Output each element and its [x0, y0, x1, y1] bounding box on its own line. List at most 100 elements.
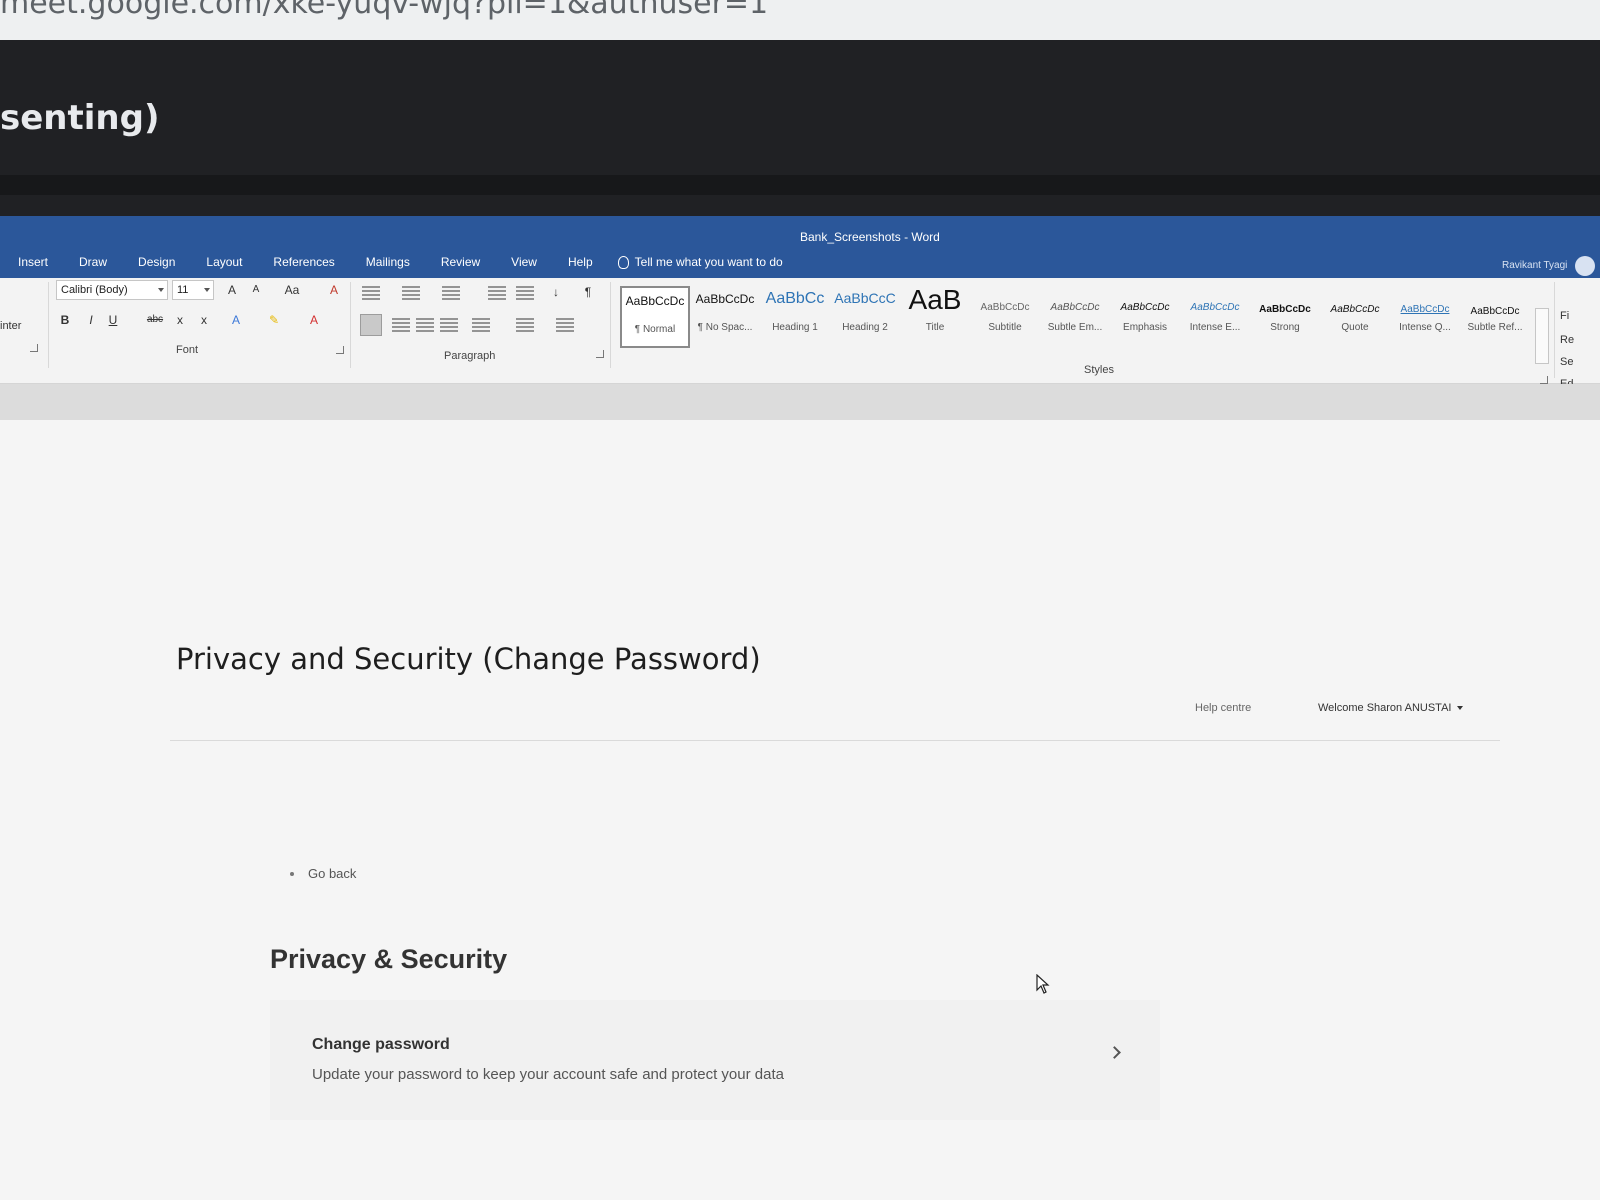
style-preview: AaBbCcDc [1050, 302, 1100, 313]
paragraph-launcher-icon[interactable] [596, 350, 604, 358]
find-button[interactable]: Fi [1560, 310, 1569, 322]
change-case-icon[interactable]: Aa [278, 280, 306, 300]
style-quote[interactable]: AaBbCcDc Quote [1320, 286, 1390, 348]
underline-icon[interactable]: U [106, 310, 120, 330]
styles-launcher-icon[interactable] [1540, 376, 1548, 384]
select-button[interactable]: Se [1560, 356, 1573, 368]
ruler-area [0, 384, 1600, 420]
style-heading-2[interactable]: AaBbCcC Heading 2 [830, 286, 900, 348]
justify-icon[interactable] [440, 318, 458, 332]
style-strong[interactable]: AaBbCcDc Strong [1250, 286, 1320, 348]
paragraph-group-label: Paragraph [444, 350, 496, 362]
change-password-card: Change password Update your password to … [270, 1000, 1160, 1120]
font-name-select[interactable]: Calibri (Body) [56, 280, 168, 300]
chevron-down-icon [204, 288, 210, 292]
back-arrow-icon [290, 871, 294, 876]
borders-icon[interactable] [556, 318, 574, 332]
clipboard-launcher-icon[interactable] [30, 344, 38, 352]
style-title[interactable]: AaB Title [900, 284, 970, 348]
increase-indent-icon[interactable] [516, 286, 534, 300]
browser-url-bar[interactable]: meet.google.com/xke-yuqv-wjq?pli=1&authu… [0, 0, 1600, 40]
meet-presenting-bar: senting) [0, 40, 1600, 216]
divider [610, 282, 611, 368]
clear-formatting-icon[interactable]: A [326, 280, 342, 300]
decrease-indent-icon[interactable] [488, 286, 506, 300]
grow-font-icon[interactable]: A [224, 280, 240, 300]
go-back-link: Go back [290, 866, 356, 881]
align-left-icon[interactable] [360, 314, 382, 336]
align-center-icon[interactable] [392, 318, 410, 332]
strikethrough-icon[interactable]: abc [144, 310, 166, 330]
style-name: ¶ Normal [634, 324, 676, 335]
style-intense-quote[interactable]: AaBbCcDc Intense Q... [1390, 286, 1460, 348]
go-back-text: Go back [308, 866, 357, 881]
style-preview: AaBbCc [765, 290, 825, 307]
line-spacing-icon[interactable] [472, 318, 490, 332]
align-right-icon[interactable] [416, 318, 434, 332]
style-name: Intense Q... [1399, 322, 1451, 333]
style-subtle-reference[interactable]: AaBbCcDc Subtle Ref... [1460, 286, 1530, 348]
format-painter-label[interactable]: inter [0, 320, 21, 332]
tell-me-search[interactable]: Tell me what you want to do [606, 252, 783, 272]
chevron-down-icon [158, 288, 164, 292]
bullets-icon[interactable] [362, 286, 380, 300]
replace-button[interactable]: Re [1560, 334, 1574, 346]
sort-icon[interactable]: ↓ [548, 282, 564, 302]
style-name: Intense E... [1189, 322, 1241, 333]
style-normal[interactable]: AaBbCcDc ¶ Normal [620, 286, 690, 348]
bold-icon[interactable]: B [58, 310, 72, 330]
style-preview: AaBbCcDc [1470, 306, 1520, 317]
divider [1554, 282, 1555, 378]
font-launcher-icon[interactable] [336, 346, 344, 354]
style-name: Title [925, 322, 945, 333]
presenting-label: senting) [0, 98, 160, 138]
document-page[interactable]: Privacy and Security (Change Password) H… [0, 420, 1600, 1200]
pilcrow-icon[interactable]: ¶ [580, 282, 596, 302]
style-preview: AaBbCcDc [1259, 304, 1311, 315]
style-no-spacing[interactable]: AaBbCcDc ¶ No Spac... [690, 286, 760, 348]
style-preview: AaBbCcDc [1120, 302, 1170, 313]
mouse-cursor-icon [1036, 974, 1050, 994]
tab-draw[interactable]: Draw [61, 252, 120, 272]
change-password-description: Update your password to keep your accoun… [312, 1066, 784, 1083]
superscript-icon[interactable]: x [196, 310, 212, 330]
account-name[interactable]: Ravikant Tyagi [1502, 260, 1567, 271]
tab-references[interactable]: References [255, 252, 347, 272]
italic-icon[interactable]: I [84, 310, 98, 330]
tab-layout[interactable]: Layout [188, 252, 255, 272]
highlight-icon[interactable]: ✎ [264, 310, 284, 330]
font-color-icon[interactable]: A [304, 310, 324, 330]
font-size-value: 11 [177, 284, 189, 296]
tab-review[interactable]: Review [423, 252, 493, 272]
numbering-icon[interactable] [402, 286, 420, 300]
shading-icon[interactable] [516, 318, 534, 332]
tab-view[interactable]: View [493, 252, 550, 272]
font-size-select[interactable]: 11 [172, 280, 214, 300]
font-name-value: Calibri (Body) [61, 284, 128, 296]
styles-gallery: AaBbCcDc ¶ Normal AaBbCcDc ¶ No Spac... … [620, 284, 1530, 348]
style-subtle-emphasis[interactable]: AaBbCcDc Subtle Em... [1040, 286, 1110, 348]
style-intense-emphasis[interactable]: AaBbCcDc Intense E... [1180, 286, 1250, 348]
style-preview: AaB [908, 284, 962, 315]
avatar[interactable] [1575, 256, 1595, 276]
document-title: Bank_Screenshots - Word [800, 230, 940, 244]
style-subtitle[interactable]: AaBbCcDc Subtitle [970, 286, 1040, 348]
styles-scrollbar[interactable] [1535, 308, 1549, 364]
subscript-icon[interactable]: x [172, 310, 188, 330]
styles-group-label: Styles [1084, 364, 1114, 376]
multilevel-list-icon[interactable] [442, 286, 460, 300]
lightbulb-icon [617, 255, 629, 269]
font-group-label: Font [176, 344, 199, 356]
shrink-font-icon[interactable]: A [248, 280, 264, 300]
tab-design[interactable]: Design [120, 252, 188, 272]
tab-mailings[interactable]: Mailings [348, 252, 423, 272]
text-effects-icon[interactable]: A [226, 310, 246, 330]
style-preview: AaBbCcDc [1330, 304, 1380, 315]
style-name: Subtitle [988, 322, 1022, 333]
tab-help[interactable]: Help [550, 252, 606, 272]
style-emphasis[interactable]: AaBbCcDc Emphasis [1110, 286, 1180, 348]
style-heading-1[interactable]: AaBbCc Heading 1 [760, 286, 830, 348]
welcome-menu: Welcome Sharon ANUSTAI [1318, 702, 1464, 714]
style-preview: AaBbCcDc [1190, 302, 1240, 313]
tab-insert[interactable]: Insert [0, 252, 61, 272]
